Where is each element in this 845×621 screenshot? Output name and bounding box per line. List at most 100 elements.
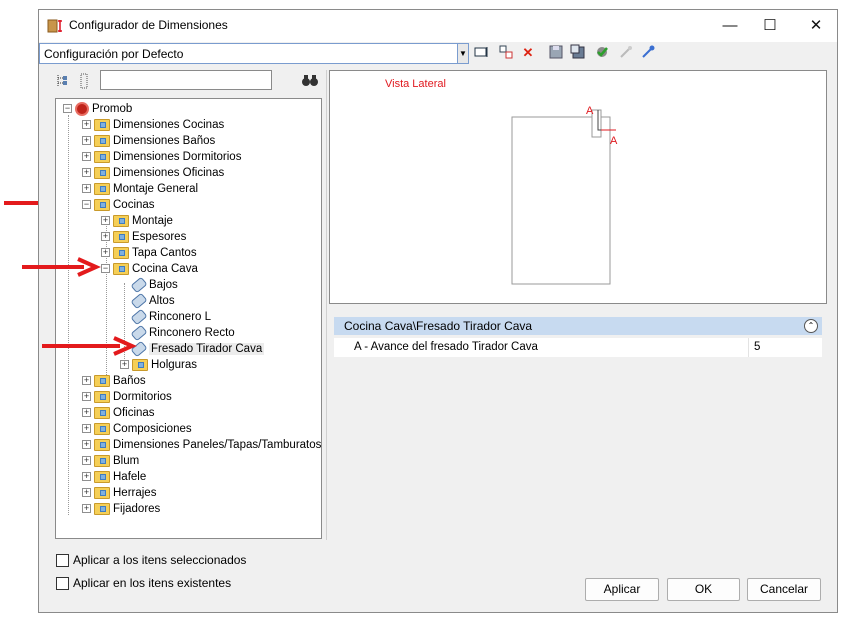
tree-item[interactable]: Rinconero Recto — [130, 324, 235, 342]
expand-icon[interactable]: + — [82, 168, 91, 178]
tree-item[interactable]: + Hafele — [82, 469, 146, 485]
tree-item-label: Promob — [92, 103, 133, 115]
expand-icon[interactable]: + — [82, 440, 91, 450]
tree-item[interactable]: + Dimensiones Oficinas — [82, 165, 224, 181]
tree-item-cocina-cava[interactable]: − Cocina Cava — [101, 261, 198, 277]
expand-all-icon[interactable] — [55, 73, 71, 89]
folder-icon — [94, 438, 110, 451]
tree-view[interactable]: − Promob + Dimensiones Cocinas + Dimensione… — [55, 98, 322, 539]
configuration-select[interactable]: Configuración por Defecto — [39, 43, 469, 64]
tree-item[interactable]: + Composiciones — [82, 421, 192, 437]
folder-icon — [94, 406, 110, 419]
ok-button[interactable]: OK — [667, 578, 740, 601]
apply-existing-label: Aplicar en los itens existentes — [73, 576, 232, 590]
tree-item[interactable]: + Blum — [82, 453, 139, 469]
expand-icon[interactable]: + — [120, 360, 129, 370]
export-icon[interactable] — [639, 44, 657, 62]
folder-icon — [94, 454, 110, 467]
collapse-icon[interactable]: ⌃ — [804, 319, 818, 333]
rename-icon[interactable] — [473, 44, 491, 62]
tree-item[interactable]: Altos — [130, 292, 175, 310]
save-as-icon[interactable] — [569, 44, 587, 62]
expand-icon[interactable]: + — [101, 248, 110, 258]
dimension-icon — [130, 292, 148, 310]
expand-icon[interactable]: + — [82, 424, 91, 434]
window-title: Configurador de Dimensiones — [69, 18, 228, 32]
properties-header[interactable]: Cocina Cava\Fresado Tirador Cava ⌃ — [334, 317, 822, 335]
expand-icon[interactable]: + — [82, 152, 91, 162]
expand-icon[interactable]: + — [82, 488, 91, 498]
tree-item[interactable]: + Oficinas — [82, 405, 155, 421]
collapse-icon[interactable]: − — [82, 200, 91, 210]
tree-item-cocinas[interactable]: − Cocinas — [82, 197, 155, 213]
tree-item[interactable]: + Baños — [82, 373, 146, 389]
title-bar: Configurador de Dimensiones — ☐ ✕ — [39, 10, 837, 42]
tree-item[interactable]: + Tapa Cantos — [101, 245, 197, 261]
search-input[interactable] — [100, 70, 272, 90]
tree-item-selected[interactable]: Fresado Tirador Cava — [130, 340, 265, 358]
tree-item[interactable]: + Dimensiones Cocinas — [82, 117, 224, 133]
folder-icon — [132, 358, 148, 371]
expand-icon[interactable]: + — [82, 504, 91, 514]
tree-item[interactable]: + Montaje — [101, 213, 173, 229]
apply-existing-checkbox[interactable] — [56, 577, 69, 590]
folder-icon — [94, 374, 110, 387]
folder-icon — [113, 246, 129, 259]
tree-item[interactable]: Bajos — [130, 276, 178, 294]
tree-item-label: Baños — [113, 375, 146, 387]
apply-selected-checkbox[interactable] — [56, 554, 69, 567]
save-icon[interactable] — [547, 44, 565, 62]
expand-icon[interactable]: + — [101, 232, 110, 242]
expand-icon[interactable]: + — [82, 408, 91, 418]
expand-icon[interactable]: + — [82, 136, 91, 146]
expand-icon[interactable]: + — [82, 376, 91, 386]
folder-icon — [94, 470, 110, 483]
tree-item[interactable]: + Dormitorios — [82, 389, 172, 405]
tree-item-label: Dormitorios — [113, 391, 172, 403]
expand-icon[interactable]: + — [82, 472, 91, 482]
promob-logo-icon — [75, 101, 89, 116]
folder-icon — [94, 198, 110, 211]
import-icon[interactable] — [617, 44, 635, 62]
expand-icon[interactable]: + — [82, 392, 91, 402]
tree-item[interactable]: + Dimensiones Dormitorios — [82, 149, 241, 165]
new-config-icon[interactable] — [497, 44, 515, 62]
tree-item[interactable]: + Herrajes — [82, 485, 156, 501]
folder-icon — [94, 422, 110, 435]
close-button[interactable]: ✕ — [793, 10, 839, 42]
binoculars-icon[interactable] — [301, 72, 319, 88]
annotation-arrow-cocina-cava — [22, 257, 101, 277]
collapse-icon[interactable]: − — [101, 264, 110, 274]
folder-icon — [94, 502, 110, 515]
expand-icon[interactable]: + — [82, 456, 91, 466]
folder-icon — [94, 118, 110, 131]
apply-button[interactable]: Aplicar — [585, 578, 659, 601]
tree-item-root[interactable]: − Promob — [63, 101, 132, 117]
expand-icon[interactable]: + — [82, 120, 91, 130]
property-value-input[interactable]: 5 — [754, 341, 760, 353]
maximize-button[interactable]: ☐ — [747, 10, 793, 42]
tree-item[interactable]: + Holguras — [120, 357, 197, 373]
tree-item[interactable]: Rinconero L — [130, 308, 211, 326]
collapse-all-icon[interactable] — [79, 73, 91, 89]
expand-icon[interactable]: + — [82, 184, 91, 194]
delete-icon[interactable]: ✕ — [519, 44, 537, 62]
expand-icon[interactable]: + — [101, 216, 110, 226]
folder-icon — [94, 166, 110, 179]
tree-item-label: Fresado Tirador Cava — [149, 343, 265, 355]
settings-check-icon[interactable] — [593, 44, 611, 62]
tree-item[interactable]: + Montaje General — [82, 181, 198, 197]
chevron-down-icon[interactable]: ▼ — [457, 43, 469, 64]
tree-item[interactable]: + Espesores — [101, 229, 186, 245]
tree-item-label: Montaje — [132, 215, 173, 227]
splitter[interactable] — [326, 70, 327, 540]
tree-item[interactable]: + Dimensiones Baños — [82, 133, 215, 149]
folder-icon — [113, 214, 129, 227]
tree-item[interactable]: + Fijadores — [82, 501, 160, 517]
tree-item-label: Cocinas — [113, 199, 155, 211]
property-row[interactable]: A - Avance del fresado Tirador Cava 5 — [334, 338, 822, 357]
collapse-icon[interactable]: − — [63, 104, 72, 114]
cancel-button[interactable]: Cancelar — [747, 578, 821, 601]
tree-item[interactable]: + Dimensiones Paneles/Tapas/Tamburatos — [82, 437, 321, 453]
tree-item-label: Hafele — [113, 471, 147, 483]
